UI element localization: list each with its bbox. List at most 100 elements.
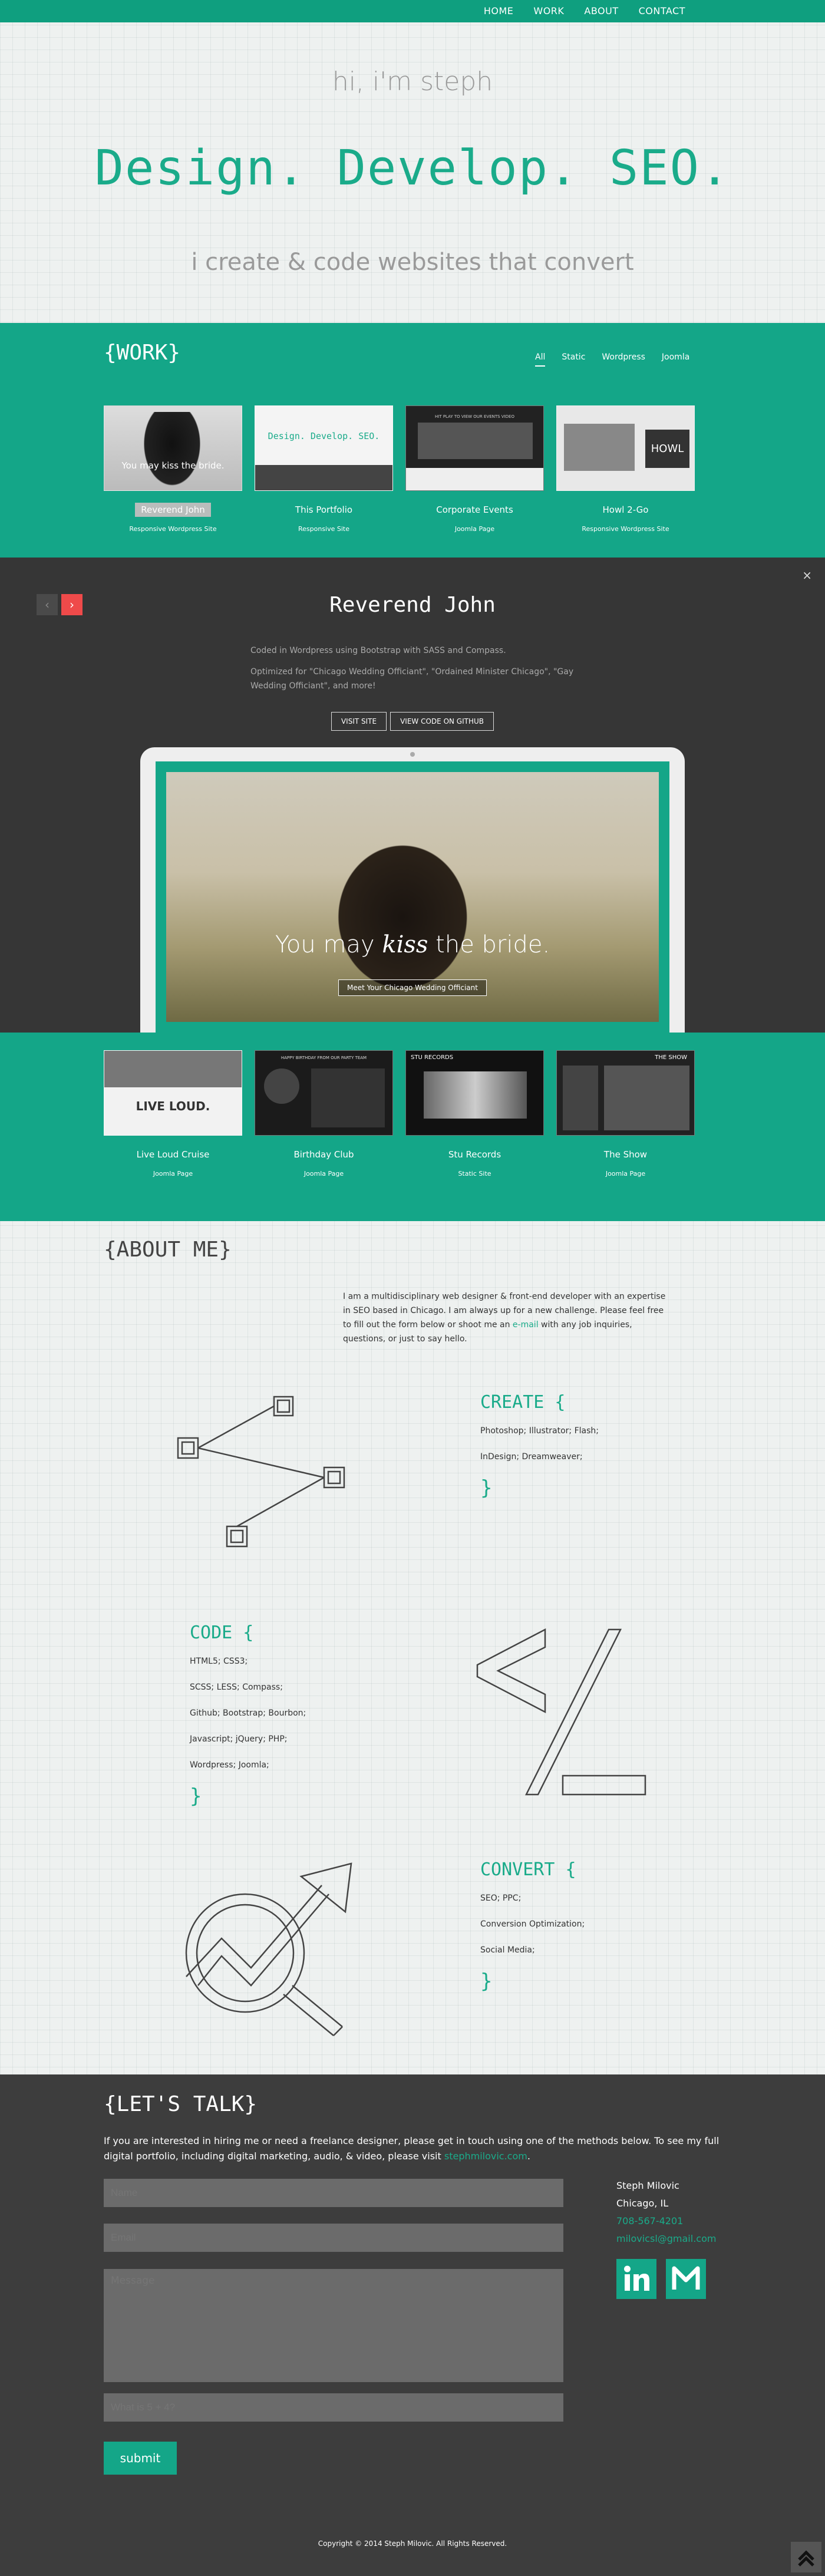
work-item-birthday-club[interactable]: HAPPY BIRTHDAY FROM OUR PARTY TEAM Birth…	[255, 1050, 393, 1177]
work-thumb: STU RECORDS	[405, 1050, 544, 1136]
hero-greeting: hi, i'm steph	[332, 67, 493, 97]
work-item-title: Howl 2-Go	[602, 504, 649, 515]
skill-code-line-1: HTML5; CSS3;	[190, 1657, 248, 1666]
captcha-field[interactable]	[104, 2393, 563, 2422]
talk-lead-end: .	[527, 2150, 530, 2162]
contact-name: Steph Milovic	[616, 2180, 679, 2191]
work-item-corporate-events[interactable]: HIT PLAY TO VIEW OUR EVENTS VIDEO Corpor…	[405, 405, 544, 533]
project-buttons: VISIT SITE VIEW CODE ON GITHUB	[0, 712, 825, 731]
thumb-text-block	[311, 1068, 385, 1127]
code-brackets-icon	[476, 1628, 646, 1796]
thumb-footer-strip	[406, 468, 543, 490]
nav-contact[interactable]: CONTACT	[629, 0, 695, 22]
screenshot-tagline: You may kiss the bride.	[166, 931, 659, 958]
filter-joomla[interactable]: Joomla	[662, 352, 689, 367]
skill-convert-heading: CONVERT {	[480, 1859, 576, 1880]
work-item-stu-records[interactable]: STU RECORDS Stu Records Static Site	[405, 1050, 544, 1177]
work-section: {WORK} All Static Wordpress Joomla You m…	[0, 323, 825, 558]
work-section-continued: LIVE LOUD. Live Loud Cruise Joomla Page …	[0, 1033, 825, 1221]
chevron-up-icon	[798, 2550, 814, 2567]
work-thumb: THE SHOW	[556, 1050, 695, 1136]
work-item-type: Joomla Page	[454, 525, 495, 533]
work-item-type: Joomla Page	[303, 1170, 344, 1177]
about-title: {ABOUT ME}	[104, 1238, 232, 1262]
work-item-the-show[interactable]: THE SHOW The Show Joomla Page	[556, 1050, 695, 1177]
top-navigation: HOME WORK ABOUT CONTACT	[0, 0, 825, 22]
footer-copyright: Copyright © 2014 Steph Milovic. All Righ…	[318, 2539, 507, 2548]
email-field[interactable]	[104, 2224, 563, 2252]
about-intro: I am a multidisciplinary web designer & …	[343, 1289, 666, 1346]
skill-create-line-1: Photoshop; Illustrator; Flash;	[480, 1426, 599, 1436]
nav-home[interactable]: HOME	[474, 0, 524, 22]
contact-phone[interactable]: 708-567-4201	[616, 2212, 716, 2230]
skill-create-line-2: InDesign; Dreamweaver;	[480, 1452, 583, 1462]
filter-wordpress[interactable]: Wordpress	[602, 352, 645, 367]
portfolio-link[interactable]: stephmilovic.com	[444, 2150, 527, 2162]
work-grid-row-2: LIVE LOUD. Live Loud Cruise Joomla Page …	[104, 1050, 695, 1177]
message-field[interactable]	[104, 2269, 563, 2382]
work-item-howl-2-go[interactable]: HOWL Howl 2-Go Responsive Wordpress Site	[556, 405, 695, 533]
contact-email[interactable]: milovicsl@gmail.com	[616, 2230, 716, 2248]
work-item-type: Responsive Site	[298, 525, 349, 533]
submit-button[interactable]: submit	[104, 2442, 177, 2475]
gmail-glyph	[672, 2266, 700, 2290]
tagline-part-2: kiss	[382, 931, 428, 958]
work-item-reverend-john[interactable]: You may kiss the bride. Reverend John Re…	[104, 405, 242, 533]
work-item-type: Responsive Wordpress Site	[129, 525, 217, 533]
filter-static[interactable]: Static	[562, 352, 585, 367]
thumb-caption: You may kiss the bride.	[121, 460, 225, 471]
talk-title: {LET'S TALK}	[104, 2092, 258, 2116]
work-item-title: Birthday Club	[293, 1149, 354, 1160]
work-title: {WORK}	[104, 341, 181, 365]
skill-convert-line-2: Conversion Optimization;	[480, 1919, 585, 1929]
visit-site-button[interactable]: VISIT SITE	[331, 712, 387, 731]
skill-code-line-2: SCSS; LESS; Compass;	[190, 1683, 283, 1692]
name-field[interactable]	[104, 2179, 563, 2207]
work-thumb: HOWL	[556, 405, 695, 491]
hero-section: hi, i'm steph Design. Develop. SEO. i cr…	[0, 22, 825, 323]
work-item-title: This Portfolio	[295, 504, 353, 515]
gmail-icon[interactable]	[666, 2259, 706, 2299]
work-grid-row-1: You may kiss the bride. Reverend John Re…	[104, 405, 695, 533]
laptop-camera	[410, 752, 415, 757]
laptop-mockup: You may kiss the bride. Meet Your Chicag…	[140, 747, 685, 1033]
skill-code-heading: CODE {	[190, 1622, 254, 1643]
nav-links: HOME WORK ABOUT CONTACT	[474, 0, 695, 22]
skill-convert-close: }	[480, 1970, 493, 1993]
tagline-part-3: the bride.	[428, 931, 550, 958]
work-thumb: Design. Develop. SEO.	[255, 405, 393, 491]
nav-work[interactable]: WORK	[523, 0, 574, 22]
hero-tagline: i create & code websites that convert	[191, 249, 634, 276]
scroll-to-top-button[interactable]	[791, 2542, 821, 2572]
skill-create-heading: CREATE {	[480, 1392, 566, 1413]
filter-all[interactable]: All	[535, 352, 546, 367]
thumb-video	[418, 423, 533, 459]
hero-headline: Design. Develop. SEO.	[94, 140, 731, 196]
thumb-photo	[424, 1071, 527, 1119]
tagline-part-1: You may	[275, 931, 382, 958]
skill-code-line-3: Github; Bootstrap; Bourbon;	[190, 1708, 306, 1718]
thumb-caption: HIT PLAY TO VIEW OUR EVENTS VIDEO	[434, 414, 514, 419]
thumb-graphic	[563, 1066, 598, 1130]
work-item-type: Joomla Page	[605, 1170, 646, 1177]
skill-convert-line-1: SEO; PPC;	[480, 1894, 522, 1903]
work-item-this-portfolio[interactable]: Design. Develop. SEO. This Portfolio Res…	[255, 405, 393, 533]
project-title: Reverend John	[329, 593, 496, 617]
email-link[interactable]: e-mail	[513, 1320, 539, 1330]
work-item-live-loud-cruise[interactable]: LIVE LOUD. Live Loud Cruise Joomla Page	[104, 1050, 242, 1177]
screenshot-cta-button: Meet Your Chicago Wedding Officiant	[338, 979, 487, 996]
work-thumb: HIT PLAY TO VIEW OUR EVENTS VIDEO	[405, 405, 544, 491]
thumb-photo	[564, 424, 635, 471]
linkedin-icon[interactable]	[616, 2259, 656, 2299]
couple-silhouette	[140, 412, 204, 490]
work-item-title: Corporate Events	[436, 504, 513, 515]
thumb-photo	[604, 1066, 689, 1130]
close-icon[interactable]: ×	[802, 568, 812, 582]
project-desc-line-1: Coded in Wordpress using Bootstrap with …	[250, 646, 506, 655]
skill-convert: CONVERT { SEO; PPC; Conversion Optimizat…	[480, 1859, 585, 1993]
contact-city: Chicago, IL	[616, 2198, 669, 2209]
thumb-caption: HAPPY BIRTHDAY FROM OUR PARTY TEAM	[280, 1056, 367, 1060]
nav-about[interactable]: ABOUT	[574, 0, 628, 22]
skill-create-close: }	[480, 1476, 493, 1500]
view-code-github-button[interactable]: VIEW CODE ON GITHUB	[390, 712, 494, 731]
